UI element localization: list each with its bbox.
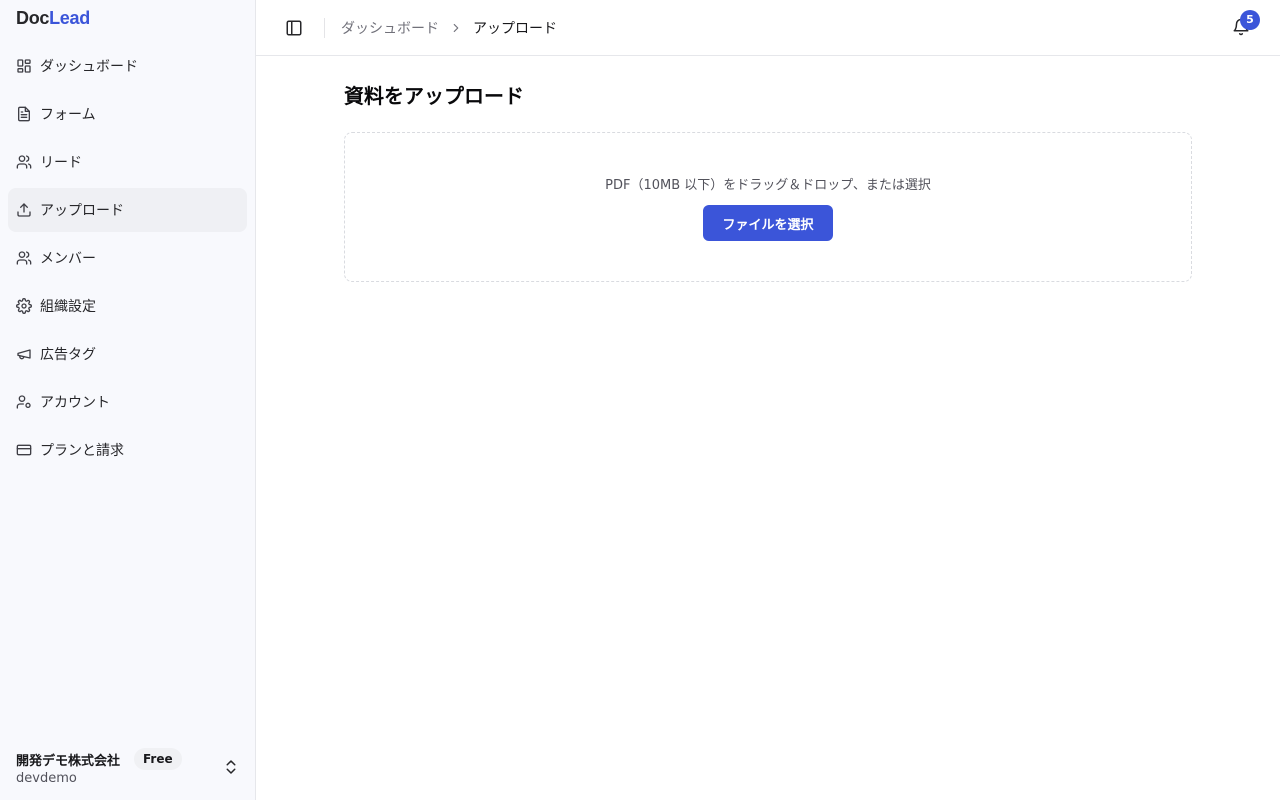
notification-count-badge: 5 <box>1240 10 1260 30</box>
app-logo[interactable]: DocLead <box>16 8 90 29</box>
sidebar-item-billing[interactable]: プランと請求 <box>8 428 247 472</box>
logo-text-lead: Lead <box>49 8 90 28</box>
sidebar-item-label: アカウント <box>40 395 110 411</box>
gear-icon <box>16 298 32 314</box>
users-icon <box>16 250 32 266</box>
sidebar-item-label: リード <box>40 155 82 171</box>
dropzone-hint: PDF（10MB 以下）をドラッグ＆ドロップ、または選択 <box>605 178 931 193</box>
header-divider <box>324 18 325 38</box>
sidebar: DocLead ダッシュボード フォーム リード アップロード メンバー 組織設… <box>0 0 256 800</box>
users-icon <box>16 154 32 170</box>
top-header: ダッシュボード アップロード 5 <box>256 0 1280 56</box>
sidebar-item-leads[interactable]: リード <box>8 140 247 184</box>
sidebar-item-ad-tags[interactable]: 広告タグ <box>8 332 247 376</box>
breadcrumb: ダッシュボード アップロード <box>341 18 557 38</box>
sidebar-item-org-settings[interactable]: 組織設定 <box>8 284 247 328</box>
org-slug: devdemo <box>16 771 77 786</box>
user-cog-icon <box>16 394 32 410</box>
sidebar-item-label: 組織設定 <box>40 299 96 315</box>
sidebar-item-account[interactable]: アカウント <box>8 380 247 424</box>
sidebar-item-upload[interactable]: アップロード <box>8 188 247 232</box>
sidebar-item-label: メンバー <box>40 251 96 267</box>
sidebar-toggle-icon[interactable] <box>285 19 303 37</box>
layout-grid-icon <box>16 58 32 74</box>
sidebar-nav: ダッシュボード フォーム リード アップロード メンバー 組織設定 広告タグ ア… <box>8 44 247 476</box>
sidebar-item-label: ダッシュボード <box>40 59 138 75</box>
page-title: 資料をアップロード <box>344 84 524 108</box>
org-switcher[interactable]: 開発デモ株式会社 Free devdemo <box>16 746 248 790</box>
megaphone-icon <box>16 346 32 362</box>
file-dropzone[interactable]: PDF（10MB 以下）をドラッグ＆ドロップ、または選択 ファイルを選択 <box>344 132 1192 282</box>
sidebar-item-label: 広告タグ <box>40 347 96 363</box>
logo-text-doc: Doc <box>16 8 50 28</box>
breadcrumb-dashboard-link[interactable]: ダッシュボード <box>341 18 439 38</box>
file-text-icon <box>16 106 32 122</box>
org-name: 開発デモ株式会社 <box>16 754 121 769</box>
chevron-right-icon <box>449 21 463 35</box>
sidebar-item-label: フォーム <box>40 107 96 123</box>
sidebar-item-forms[interactable]: フォーム <box>8 92 247 136</box>
plan-badge: Free <box>134 748 182 770</box>
sidebar-item-label: プランと請求 <box>40 443 124 459</box>
upload-icon <box>16 202 32 218</box>
sidebar-item-label: アップロード <box>40 203 124 219</box>
sidebar-item-dashboard[interactable]: ダッシュボード <box>8 44 247 88</box>
select-file-button[interactable]: ファイルを選択 <box>703 205 833 241</box>
credit-card-icon <box>16 442 32 458</box>
breadcrumb-current: アップロード <box>473 21 557 37</box>
chevrons-up-down-icon[interactable] <box>222 758 240 776</box>
sidebar-item-members[interactable]: メンバー <box>8 236 247 280</box>
